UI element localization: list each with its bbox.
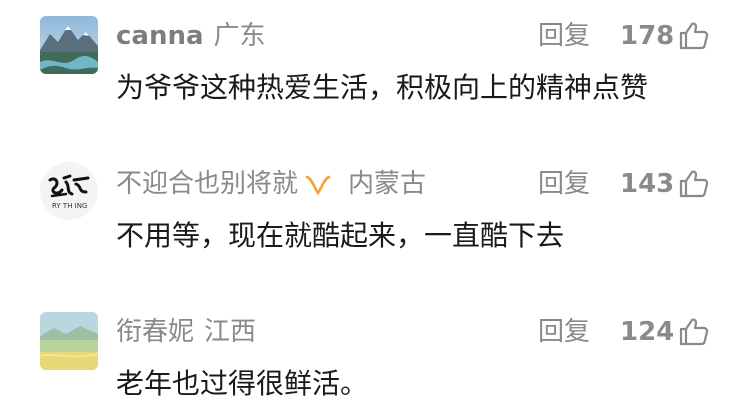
location: 内蒙古 xyxy=(348,169,427,199)
field-avatar-image xyxy=(40,312,98,370)
calligraphy-avatar-image: RY TH ING xyxy=(40,162,98,220)
comment-item: 衔春妮 江西 回复 124 老年也过得很鲜活。 xyxy=(0,296,750,416)
user-line: 衔春妮 江西 xyxy=(116,314,256,350)
like-count: 178 xyxy=(620,21,675,51)
reply-button[interactable]: 回复 xyxy=(538,18,590,54)
ribbon-badge-icon xyxy=(305,175,331,195)
reply-button[interactable]: 回复 xyxy=(538,314,590,350)
like-count: 124 xyxy=(620,317,675,347)
comment-text: 不用等，现在就酷起来，一直酷下去 xyxy=(116,219,565,252)
thumbs-up-icon[interactable] xyxy=(678,20,710,52)
avatar[interactable]: RY TH ING xyxy=(40,162,98,220)
user-line: canna 广东 xyxy=(116,18,266,54)
like-count: 143 xyxy=(620,169,675,199)
comment-text: 为爷爷这种热爱生活，积极向上的精神点赞 xyxy=(116,71,649,104)
username[interactable]: canna xyxy=(116,21,204,51)
username[interactable]: 衔春妮 xyxy=(116,317,194,347)
avatar[interactable] xyxy=(40,16,98,74)
username[interactable]: 不迎合也别将就 xyxy=(116,169,298,199)
user-line: 不迎合也别将就 内蒙古 xyxy=(116,166,426,202)
mountain-avatar-image xyxy=(40,16,98,74)
comment-item: canna 广东 回复 178 为爷爷这种热爱生活，积极向上的精神点赞 xyxy=(0,0,750,120)
reply-button[interactable]: 回复 xyxy=(538,166,590,202)
comment-item: RY TH ING 不迎合也别将就 内蒙古 回复 143 不用等，现在就酷起来，… xyxy=(0,148,750,268)
thumbs-up-icon[interactable] xyxy=(678,316,710,348)
avatar-subtext: RY TH ING xyxy=(52,202,87,210)
location: 江西 xyxy=(204,317,257,347)
avatar[interactable] xyxy=(40,312,98,370)
comment-text: 老年也过得很鲜活。 xyxy=(116,367,369,400)
thumbs-up-icon[interactable] xyxy=(678,168,710,200)
location: 广东 xyxy=(213,21,266,51)
